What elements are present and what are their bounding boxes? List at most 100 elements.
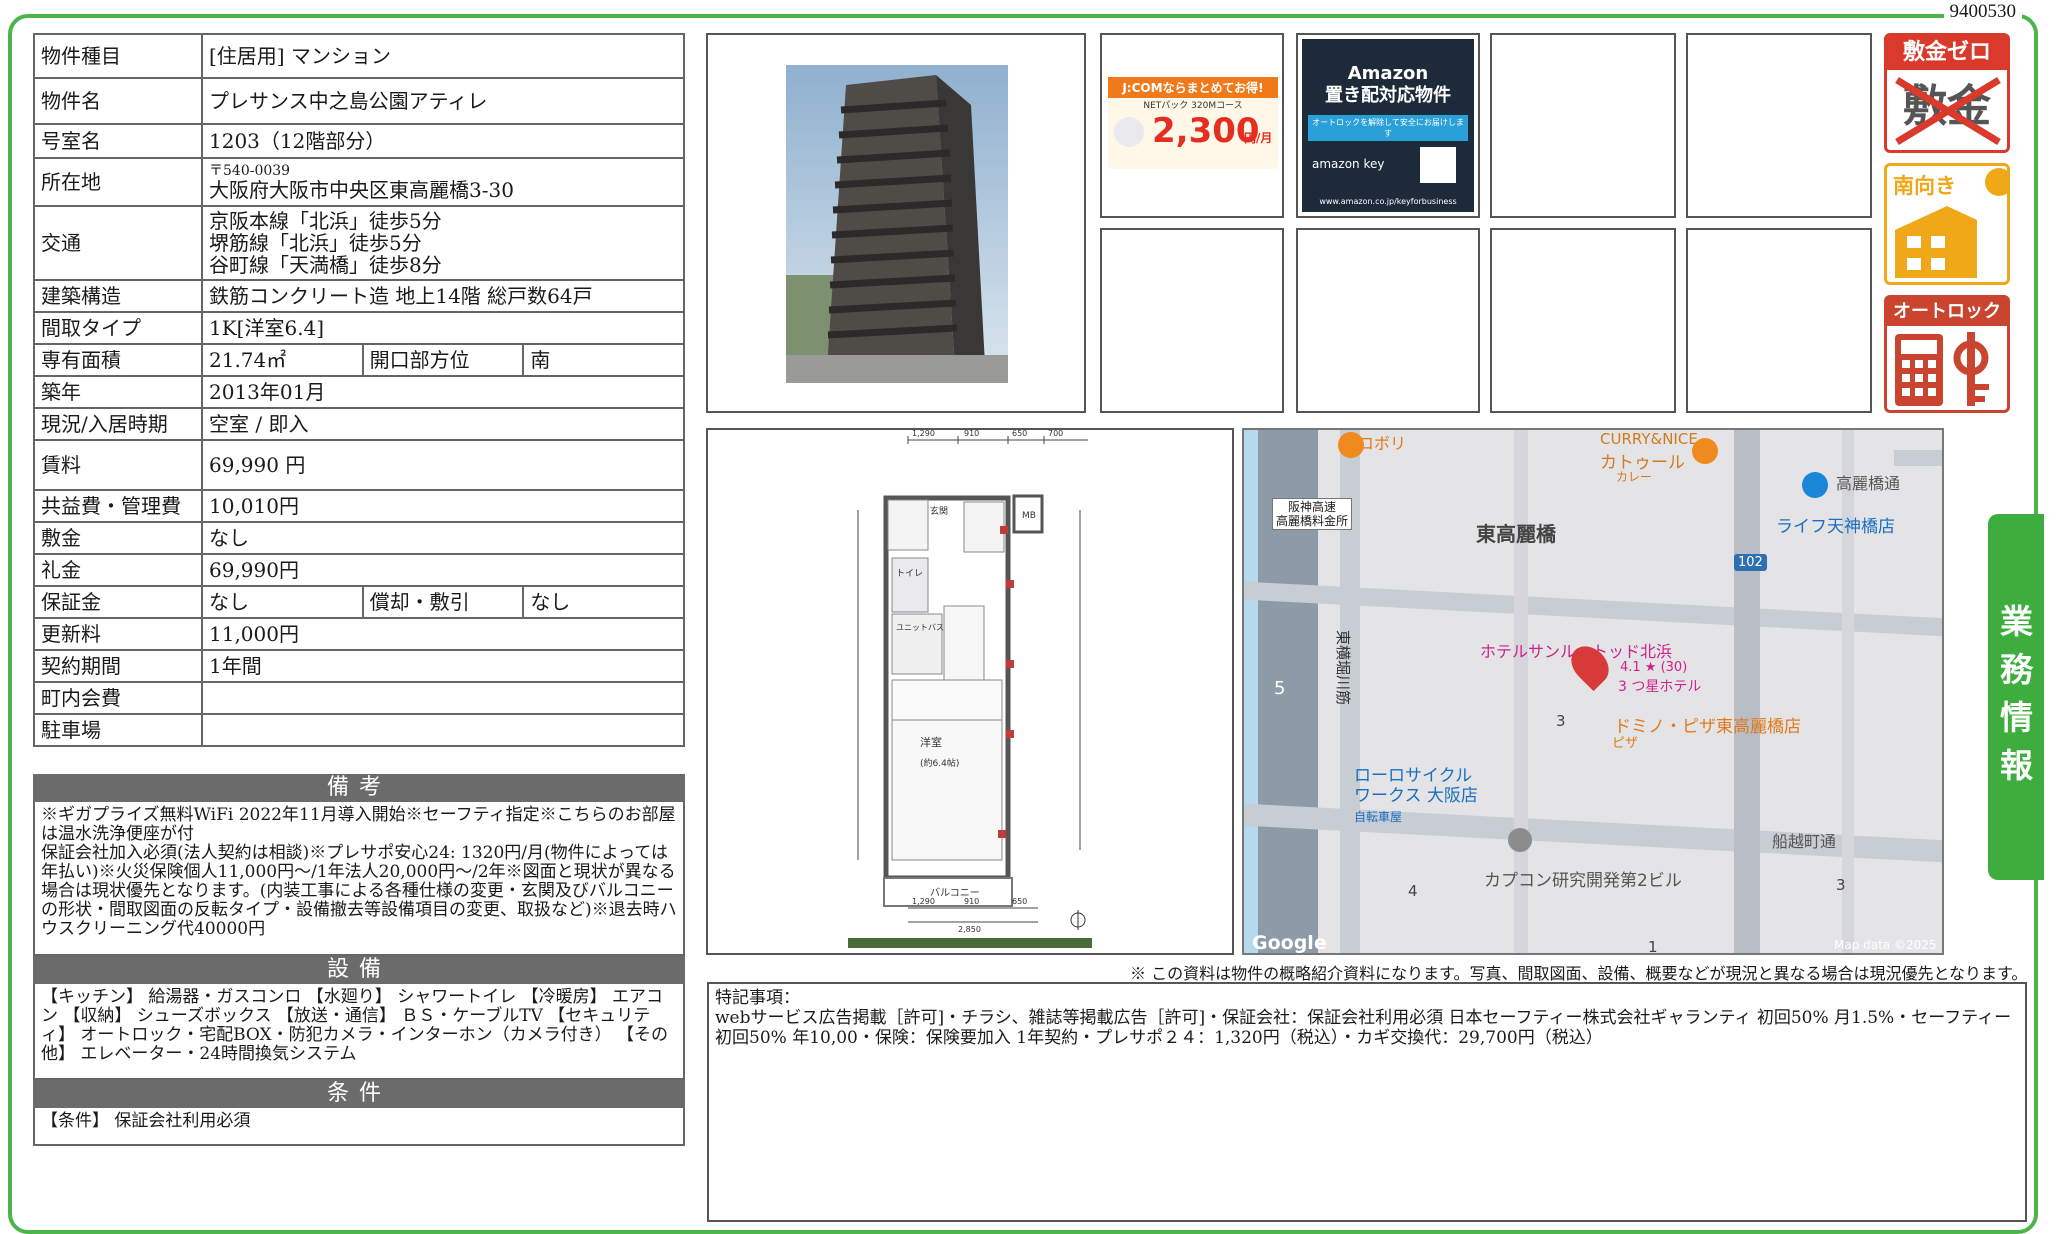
map-label-toll: 阪神高速 高麗橋料金所 <box>1272 498 1353 530</box>
fp-room: 洋室 <box>920 735 942 749</box>
label-key-money: 礼金 <box>33 553 203 587</box>
cross-out-icon <box>1895 77 2001 145</box>
map-label-cycle-type: 自転車屋 <box>1354 810 1403 824</box>
label-renewal: 更新料 <box>33 617 203 651</box>
value-mgmt-fee: 10,010円 <box>201 489 685 523</box>
fp-entry: 玄関 <box>930 505 948 517</box>
building-pin-icon <box>1508 828 1532 852</box>
restaurant-pin-icon <box>1692 438 1718 464</box>
autolock-label: オートロック <box>1887 298 2007 326</box>
restaurant-pin-icon <box>1338 432 1364 458</box>
map-label-life: ライフ天神橋店 <box>1776 517 1895 537</box>
fp-bath: ユニットバス <box>896 623 944 632</box>
equipment-text: 【キッチン】 給湯器・ガスコンロ 【水廻り】 シャワートイレ 【冷暖房】 エアコ… <box>33 984 685 1080</box>
business-info-tab[interactable]: 業務情報 <box>1988 514 2044 880</box>
fp-dim-top: 700 <box>1048 430 1063 438</box>
fp-toilet: トイレ <box>896 569 923 579</box>
photo-slot-empty <box>1490 228 1676 413</box>
keypad-key-icon <box>1895 332 1989 406</box>
value-status: 空室 / 即入 <box>201 407 685 441</box>
photo-slot-empty <box>1490 33 1676 218</box>
map-label-pizza: ピザ <box>1612 736 1639 751</box>
label-transport: 交通 <box>33 205 203 281</box>
value-parking <box>201 713 685 747</box>
location-map[interactable]: ヨコボリ 阪神高速 高麗橋料金所 東高麗橋 CURRY&NICE カトゥール カ… <box>1242 428 1944 955</box>
value-room-no: 1203（12階部分） <box>201 123 685 159</box>
label-opening-direction: 開口部方位 <box>361 343 525 377</box>
map-label-hotel-rating: 4.1 ★ (30) <box>1620 660 1688 675</box>
disclaimer-notice: ※ この資料は物件の概略紹介資料になります。写真、間取図面、設備、概要などが現況… <box>1130 964 2028 983</box>
photo-slot-empty <box>1686 228 1872 413</box>
conditions-header: 条件 <box>33 1080 685 1108</box>
map-num: 5 <box>1274 678 1286 699</box>
label-mgmt-fee: 共益費・管理費 <box>33 489 203 523</box>
label-property-name: 物件名 <box>33 77 203 125</box>
jcom-unit: 円/月 <box>1244 131 1273 145</box>
special-notes-text: webサービス広告掲載［許可]・チラシ、雑誌等掲載広告［許可]・保証会社：保証会… <box>715 1008 2012 1048</box>
map-label-hotel-type: 3 つ星ホテル <box>1618 679 1702 695</box>
label-guarantee: 保証金 <box>33 585 203 619</box>
transport-line: 谷町線「天満橋」徒歩8分 <box>209 253 442 277</box>
label-property-type: 物件種目 <box>33 33 203 79</box>
photo-slot-empty <box>1296 228 1480 413</box>
label-rent: 賃料 <box>33 439 203 491</box>
value-built: 2013年01月 <box>201 375 685 409</box>
document-number: 9400530 <box>1943 1 2022 23</box>
business-info-label: 業務情報 <box>2000 602 2033 785</box>
fp-width-total: 2,850 <box>958 925 981 934</box>
map-num: 3 <box>1836 876 1846 894</box>
value-key-money: 69,990円 <box>201 553 685 587</box>
fp-dim-bottom: 1,290 <box>912 897 935 906</box>
building-photo <box>786 65 1008 383</box>
transport-line: 京阪本線「北浜」徒歩5分 <box>209 209 442 233</box>
map-label-kouraibashi: 高麗橋通 <box>1836 474 1901 493</box>
map-label-capcom: カプコン研究開発第2ビル <box>1484 871 1682 891</box>
floorplan-frame: 玄関 MB トイレ ユニットバス 洋室 (約6.4帖) バルコニー 1,290 … <box>706 428 1234 955</box>
map-num: 1 <box>1648 938 1658 955</box>
zero-deposit-badge: 敷金ゼロ 敷金 <box>1884 33 2010 153</box>
value-town-fee <box>201 681 685 715</box>
map-label-higashiyokobori: 東横堀川筋 <box>1334 630 1352 706</box>
building-photo-frame <box>706 33 1086 413</box>
address-text: 大阪府大阪市中央区東高麗橋3-30 <box>209 178 514 202</box>
value-amortization: なし <box>522 585 685 619</box>
label-parking: 駐車場 <box>33 713 203 747</box>
amazon-sub: オートロックを解除して安全にお届けします <box>1308 115 1468 141</box>
conditions-text: 【条件】 保証会社利用必須 <box>33 1108 685 1146</box>
remarks-text: ※ギガプライズ無料WiFi 2022年11月導入開始※セーフティ指定※こちらのお… <box>33 802 685 956</box>
zip-code: 〒540-0039 <box>209 163 291 179</box>
map-label-curry: CURRY&NICE <box>1600 430 1698 448</box>
value-rent: 69,990 円 <box>201 439 685 491</box>
photo-slot-empty <box>1100 228 1284 413</box>
value-deposit: なし <box>201 521 685 555</box>
value-address: 〒540-0039 大阪府大阪市中央区東高麗橋3-30 <box>201 157 685 207</box>
map-label-curry3: カレー <box>1616 470 1653 484</box>
photo-slot-empty <box>1686 33 1872 218</box>
map-label-cycle: ローロサイクル ワークス 大阪店 <box>1354 766 1478 806</box>
value-property-name: プレサンス中之島公園アティレ <box>201 77 685 125</box>
amazon-title: Amazon 置き配対応物件 <box>1325 63 1451 106</box>
equipment-header: 設備 <box>33 956 685 984</box>
fp-mb: MB <box>1022 511 1036 521</box>
jcom-sub: NETパック 320Mコース <box>1143 101 1243 111</box>
amazon-ad: Amazon 置き配対応物件 オートロックを解除して安全にお届けします amaz… <box>1296 33 1480 218</box>
south-facing-badge: 南向き <box>1884 163 2010 285</box>
shop-pin-icon <box>1802 472 1828 498</box>
map-num: 4 <box>1408 882 1418 900</box>
value-area: 21.74㎡ <box>201 343 364 377</box>
map-num: 3 <box>1556 712 1566 730</box>
map-copyright: Map data ©2025 <box>1834 938 1937 952</box>
value-guarantee: なし <box>201 585 364 619</box>
zero-deposit-label: 敷金ゼロ <box>1887 36 2007 70</box>
label-amortization: 償却・敷引 <box>361 585 525 619</box>
autolock-badge: オートロック <box>1884 295 2010 413</box>
fp-dim-top: 910 <box>964 430 979 438</box>
jcom-ad: J:COMならまとめてお得! NETパック 320Mコース 2,300 円/月 <box>1100 33 1284 218</box>
fp-dim-top: 650 <box>1012 430 1027 438</box>
qr-code-icon <box>1420 147 1456 183</box>
label-structure: 建築構造 <box>33 279 203 313</box>
label-town-fee: 町内会費 <box>33 681 203 715</box>
transport-line: 堺筋線「北浜」徒歩5分 <box>209 231 422 255</box>
value-structure: 鉄筋コンクリート造 地上14階 総戸数64戸 <box>201 279 685 313</box>
fp-room-size: (約6.4帖) <box>920 757 959 769</box>
